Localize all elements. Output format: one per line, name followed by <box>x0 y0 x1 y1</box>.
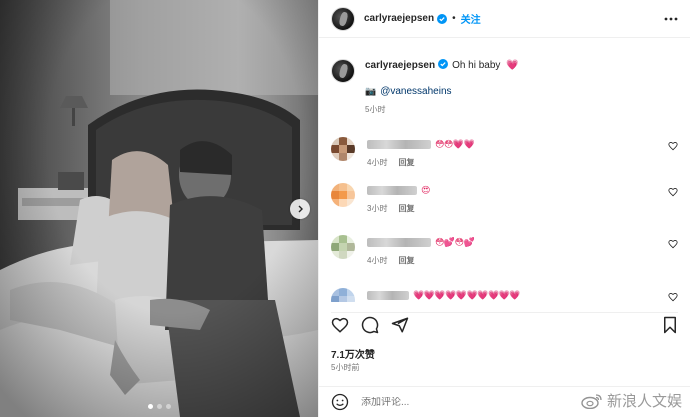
comment-time: 3小时 <box>367 204 388 213</box>
comment-time: 4小时 <box>367 158 388 167</box>
add-comment-input[interactable] <box>361 396 541 408</box>
comment-body: 😳💕😳💕 4小时 回复 <box>367 235 678 266</box>
caption-author-avatar[interactable] <box>331 59 355 83</box>
carousel-dot <box>147 404 153 409</box>
verified-badge-icon <box>437 13 448 24</box>
author-username[interactable]: carlyraejepsen <box>364 13 434 24</box>
like-count[interactable]: 7.1万次赞 <box>331 346 375 361</box>
weibo-logo-icon <box>581 393 602 409</box>
commenter-avatar[interactable] <box>331 137 355 161</box>
comment-time: 4小时 <box>367 256 388 265</box>
commenter-username-blurred[interactable] <box>367 185 417 195</box>
post-caption: carlyraejepsen Oh hi baby 💗 📷 @vanessahei… <box>331 39 678 115</box>
heart-icon[interactable] <box>668 141 678 151</box>
post-photo-pane <box>0 0 318 417</box>
commenter-avatar[interactable] <box>331 235 355 259</box>
comment-text: 😳😳💗💗 <box>435 138 475 149</box>
chevron-right-icon <box>298 205 303 213</box>
comment-item: 😳💕😳💕 4小时 回复 <box>331 235 678 266</box>
bookmark-icon <box>664 316 676 333</box>
reply-button[interactable]: 回复 <box>398 157 414 168</box>
like-button[interactable] <box>331 316 349 334</box>
smiley-icon[interactable] <box>331 393 349 411</box>
comment-meta: 4小时 回复 <box>367 255 678 266</box>
weibo-watermark: 新浪人文娱 <box>581 390 682 411</box>
caption-line: carlyraejepsen Oh hi baby 💗 <box>365 59 519 73</box>
camera-emoji: 📷 <box>365 86 377 96</box>
save-button[interactable] <box>662 316 678 334</box>
heart-icon[interactable] <box>668 292 678 302</box>
carousel-dot <box>165 404 171 409</box>
commenter-username-blurred[interactable] <box>367 290 409 300</box>
caption-time: 5小时 <box>365 105 386 114</box>
comment-line: 💗💗💗💗💗💗💗💗💗💗 <box>367 288 678 302</box>
heart-icon[interactable] <box>668 187 678 197</box>
post-header: carlyraejepsen • 关注 <box>319 0 690 38</box>
comment-body: 💗💗💗💗💗💗💗💗💗💗 <box>367 288 678 302</box>
watermark-text: 新浪人文娱 <box>606 392 682 410</box>
caption-author-username[interactable]: carlyraejepsen <box>365 60 435 71</box>
comment-body: 😍 3小时 回复 <box>367 183 678 214</box>
author-avatar[interactable] <box>331 6 355 31</box>
comment-button[interactable] <box>361 316 379 334</box>
comment-item: 💗💗💗💗💗💗💗💗💗💗 <box>331 288 678 302</box>
comment-meta: 4小时 回复 <box>367 157 678 168</box>
comment-item: 😳😳💗💗 4小时 回复 <box>331 137 678 168</box>
comment-line: 😳😳💗💗 <box>367 137 678 151</box>
comment-line: 😳💕😳💕 <box>367 235 678 249</box>
comment-text: 💗💗💗💗💗💗💗💗💗💗 <box>413 289 521 300</box>
caption-text: Oh hi baby <box>452 60 501 71</box>
post-time: 5小时前 <box>331 363 360 372</box>
reply-button[interactable]: 回复 <box>398 203 414 214</box>
more-options-button[interactable] <box>664 17 678 21</box>
commenter-username-blurred[interactable] <box>367 139 431 149</box>
comment-bubble-icon <box>361 316 379 333</box>
post-actions <box>331 312 678 336</box>
caption-emoji: 💗 <box>506 60 519 71</box>
heart-icon <box>331 317 349 333</box>
carousel-dots <box>0 404 318 409</box>
commenter-avatar[interactable] <box>331 288 355 302</box>
share-button[interactable] <box>391 316 409 334</box>
comment-body: 😳😳💗💗 4小时 回复 <box>367 137 678 168</box>
verified-badge-icon <box>438 59 449 69</box>
post-modal: carlyraejepsen • 关注 carlyraejepsen Oh hi… <box>0 0 690 417</box>
post-side-panel: carlyraejepsen • 关注 carlyraejepsen Oh hi… <box>318 0 690 417</box>
mention-link[interactable]: @vanessaheins <box>380 86 451 97</box>
heart-icon[interactable] <box>668 239 678 249</box>
caption-mention-line: 📷 @vanessaheins <box>365 86 519 97</box>
post-photo <box>0 0 318 417</box>
paper-plane-icon <box>391 317 409 332</box>
reply-button[interactable]: 回复 <box>398 255 414 266</box>
commenter-username-blurred[interactable] <box>367 237 431 247</box>
comment-item: 😍 3小时 回复 <box>331 183 678 214</box>
add-comment-bar: 新浪人文娱 <box>319 386 690 417</box>
comment-meta: 3小时 回复 <box>367 203 678 214</box>
caption-body: carlyraejepsen Oh hi baby 💗 📷 @vanessahei… <box>365 59 519 115</box>
comment-line: 😍 <box>367 183 678 197</box>
follow-button[interactable]: 关注 <box>461 11 481 26</box>
comment-text: 😍 <box>421 184 430 195</box>
next-photo-button[interactable] <box>290 199 310 219</box>
separator-dot: • <box>452 13 456 24</box>
commenter-avatar[interactable] <box>331 183 355 207</box>
more-options-icon <box>664 17 678 20</box>
comment-text: 😳💕😳💕 <box>435 236 475 247</box>
carousel-dot <box>156 404 162 409</box>
